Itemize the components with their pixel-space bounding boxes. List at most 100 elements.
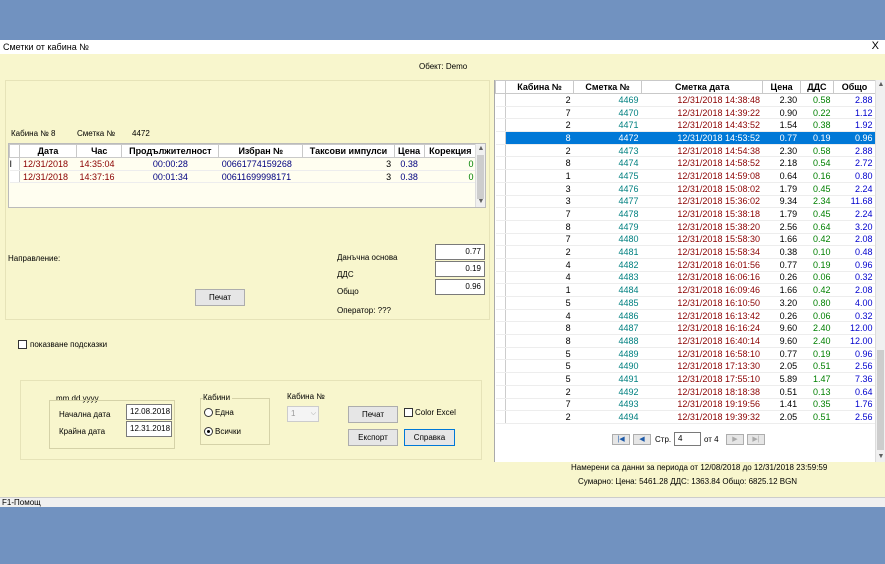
direction-label: Направление:: [8, 254, 61, 263]
row-header[interactable]: [495, 118, 506, 133]
table-row[interactable]: 2 4473 12/31/2018 14:54:38 2.30 0.58 2.88: [495, 144, 876, 158]
scroll-thumb[interactable]: [877, 350, 884, 450]
table-row[interactable]: 8 4479 12/31/2018 15:38:20 2.56 0.64 3.20: [495, 220, 876, 234]
row-header[interactable]: [495, 283, 506, 297]
row-header[interactable]: [495, 233, 506, 247]
row-header[interactable]: [495, 93, 506, 107]
row-header[interactable]: [495, 321, 506, 336]
scroll-up-icon[interactable]: ▲: [476, 144, 486, 154]
cabin-no-select[interactable]: 1 ⌵: [287, 406, 319, 422]
row-header[interactable]: [495, 309, 506, 323]
color-excel-checkbox[interactable]: [404, 408, 413, 417]
row-header[interactable]: [495, 271, 506, 285]
table-row[interactable]: 7 4470 12/31/2018 14:39:22 0.90 0.22 1.12: [495, 106, 876, 120]
table-row[interactable]: 8 4488 12/31/2018 16:40:14 9.60 2.40 12.00: [495, 334, 876, 348]
table-row[interactable]: ▶ 8 4472 12/31/2018 14:53:52 0.77 0.19 0.96: [495, 131, 876, 145]
detail-column-header[interactable]: Цена: [393, 144, 425, 158]
table-row[interactable]: I 12/31/2018 14:35:04 00:00:28 0066177415926…: [9, 157, 477, 171]
table-row[interactable]: 3 4477 12/31/2018 15:36:02 9.34 2.34 11.68: [495, 195, 876, 209]
table-row[interactable]: 12/31/2018 14:37:16 00:01:34 00611699998171…: [9, 170, 477, 184]
row-header[interactable]: [495, 359, 506, 374]
bills-column-header[interactable]: Цена: [762, 80, 801, 94]
table-row[interactable]: 2 4492 12/31/2018 18:18:38 0.51 0.13 0.64: [495, 385, 876, 399]
row-header[interactable]: [495, 410, 506, 424]
table-cell: 0.90: [762, 106, 801, 120]
detail-column-header[interactable]: Избран №: [218, 144, 304, 158]
calls-grid[interactable]: Дата Час Продължителност Избран № Таксови им…: [8, 143, 486, 208]
detail-column-header[interactable]: Корекция: [423, 144, 478, 158]
all-cabins-radio[interactable]: [204, 427, 213, 436]
start-date-input[interactable]: 12.08.2018: [126, 404, 172, 420]
row-header[interactable]: [495, 220, 506, 234]
table-row[interactable]: 5 4491 12/31/2018 17:55:10 5.89 1.47 7.36: [495, 372, 876, 386]
row-header[interactable]: [495, 245, 506, 259]
bills-column-header[interactable]: ДДС: [799, 80, 835, 94]
current-row-icon[interactable]: ▶: [495, 131, 506, 145]
last-page-icon[interactable]: ▶|: [747, 434, 765, 445]
export-button[interactable]: Експорт: [348, 429, 398, 446]
table-row[interactable]: 4 4486 12/31/2018 16:13:42 0.26 0.06 0.32: [495, 309, 876, 323]
scroll-down-icon[interactable]: ▼: [476, 197, 486, 207]
row-header[interactable]: [9, 170, 20, 184]
detail-print-button[interactable]: Печат: [195, 289, 245, 306]
end-date-input[interactable]: 12.31.2018: [126, 421, 172, 437]
one-cabin-radio[interactable]: [204, 408, 213, 417]
page-input[interactable]: 4: [674, 432, 701, 446]
table-row[interactable]: 7 4478 12/31/2018 15:38:18 1.79 0.45 2.24: [495, 207, 876, 221]
bills-column-header[interactable]: Сметка №: [573, 80, 643, 94]
bills-column-header[interactable]: Кабина №: [504, 80, 575, 94]
row-header[interactable]: [495, 195, 506, 209]
table-row[interactable]: 2 4481 12/31/2018 15:58:34 0.38 0.10 0.48: [495, 245, 876, 259]
row-header[interactable]: [495, 182, 506, 196]
object-label: Обект: Demo: [419, 62, 468, 71]
scroll-up-icon[interactable]: ▲: [876, 80, 885, 90]
row-header[interactable]: [495, 169, 506, 183]
detail-column-header[interactable]: Продължителност: [121, 144, 220, 158]
row-header[interactable]: [495, 347, 506, 361]
next-page-icon[interactable]: ▶: [726, 434, 744, 445]
row-header[interactable]: [495, 334, 506, 348]
table-row[interactable]: 2 4469 12/31/2018 14:38:48 2.30 0.58 2.88: [495, 93, 876, 107]
first-page-icon[interactable]: |◀: [612, 434, 630, 445]
table-row[interactable]: 5 4485 12/31/2018 16:10:50 3.20 0.80 4.00: [495, 296, 876, 310]
row-header[interactable]: [495, 296, 506, 310]
bills-column-header[interactable]: Сметка дата: [641, 80, 764, 94]
detail-column-header[interactable]: Таксови импулси: [302, 144, 395, 158]
table-row[interactable]: 8 4487 12/31/2018 16:16:24 9.60 2.40 12.00: [495, 321, 876, 336]
filter-print-button[interactable]: Печат: [348, 406, 398, 423]
row-cursor-icon[interactable]: I: [9, 157, 20, 171]
row-header[interactable]: [495, 372, 506, 386]
table-cell: 0.64: [833, 385, 876, 399]
table-row[interactable]: 3 4476 12/31/2018 15:08:02 1.79 0.45 2.24: [495, 182, 876, 196]
row-header[interactable]: [495, 106, 506, 120]
row-header[interactable]: [495, 258, 506, 272]
report-button[interactable]: Справка: [404, 429, 455, 446]
detail-column-header[interactable]: Час: [76, 144, 123, 158]
hints-checkbox[interactable]: [18, 340, 27, 349]
row-header[interactable]: [495, 398, 506, 412]
table-row[interactable]: 1 4475 12/31/2018 14:59:08 0.64 0.16 0.80: [495, 169, 876, 183]
table-row[interactable]: 1 4484 12/31/2018 16:09:46 1.66 0.42 2.08: [495, 283, 876, 297]
table-row[interactable]: 5 4490 12/31/2018 17:13:30 2.05 0.51 2.56: [495, 359, 876, 374]
table-row[interactable]: 7 4480 12/31/2018 15:58:30 1.66 0.42 2.08: [495, 233, 876, 247]
calls-scrollbar[interactable]: ▲ ▼: [475, 144, 485, 207]
prev-page-icon[interactable]: ◀: [633, 434, 651, 445]
bills-scrollbar[interactable]: ▲ ▼: [875, 80, 885, 462]
row-header[interactable]: [495, 385, 506, 399]
table-row[interactable]: 4 4482 12/31/2018 16:01:56 0.77 0.19 0.96: [495, 258, 876, 272]
bills-grid[interactable]: Кабина № Сметка № Сметка дата Цена ДДС Общо 2…: [494, 80, 885, 462]
row-header[interactable]: [495, 156, 506, 171]
table-row[interactable]: 8 4474 12/31/2018 14:58:52 2.18 0.54 2.72: [495, 156, 876, 171]
table-row[interactable]: 5 4489 12/31/2018 16:58:10 0.77 0.19 0.96: [495, 347, 876, 361]
table-row[interactable]: 4 4483 12/31/2018 16:06:16 0.26 0.06 0.32: [495, 271, 876, 285]
detail-column-header[interactable]: Дата: [18, 144, 78, 158]
bills-column-header[interactable]: Общо: [833, 80, 876, 94]
table-row[interactable]: 2 4471 12/31/2018 14:43:52 1.54 0.38 1.92: [495, 118, 876, 133]
row-header[interactable]: [495, 144, 506, 158]
table-row[interactable]: 7 4493 12/31/2018 19:19:56 1.41 0.35 1.76: [495, 398, 876, 412]
scroll-thumb[interactable]: [477, 155, 484, 199]
close-button[interactable]: X: [872, 40, 879, 52]
table-row[interactable]: 2 4494 12/31/2018 19:39:32 2.05 0.51 2.56: [495, 410, 876, 424]
row-header[interactable]: [495, 207, 506, 221]
scroll-down-icon[interactable]: ▼: [876, 452, 885, 462]
